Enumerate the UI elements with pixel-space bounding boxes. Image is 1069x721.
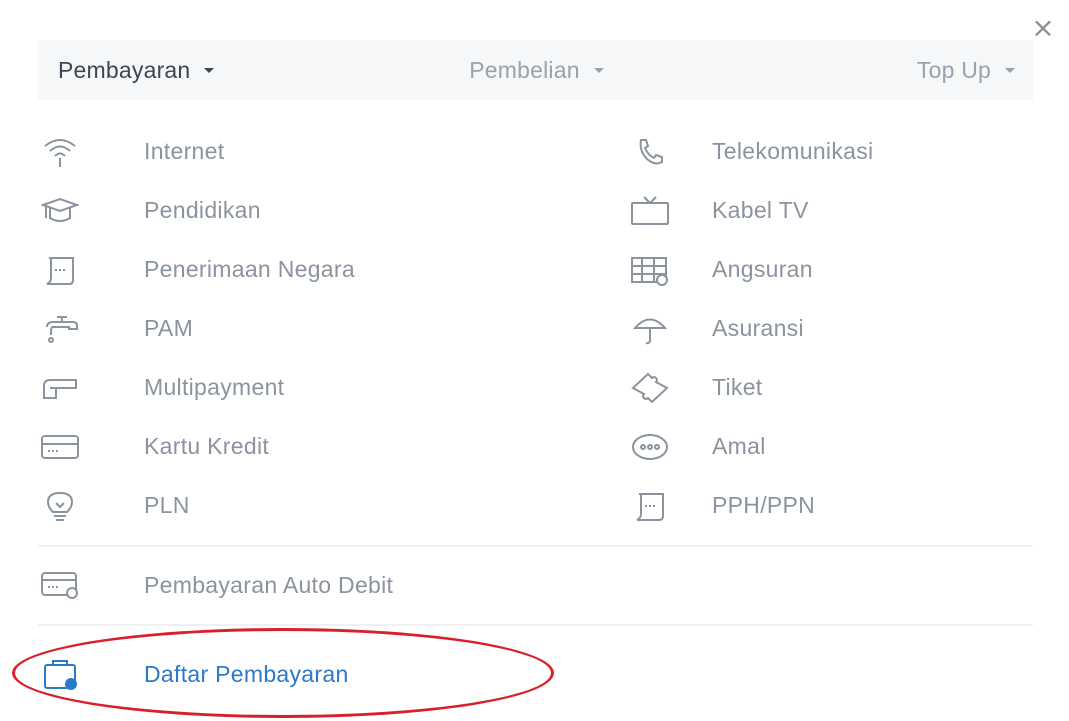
menu-item-label: Daftar Pembayaran [144, 660, 349, 687]
menu-item-label: Penerimaan Negara [144, 256, 355, 282]
menu-item-penerimaan-negara[interactable]: Penerimaan Negara [38, 240, 628, 299]
credit-card-icon [38, 430, 82, 464]
lightbulb-icon [38, 489, 82, 523]
tab-pembelian-label: Pembelian [469, 56, 580, 83]
tab-pembayaran[interactable]: Pembayaran [38, 57, 377, 84]
menu-item-label: Pendidikan [144, 197, 261, 223]
umbrella-icon [628, 312, 672, 346]
chevron-down-icon [204, 67, 215, 73]
menu-item-pph-ppn[interactable]: PPH/PPN [628, 476, 1033, 535]
document-icon [628, 489, 672, 523]
menu-item-multipayment[interactable]: Multipayment [38, 358, 628, 417]
menu-item-label: Kabel TV [712, 197, 809, 223]
graduation-cap-icon [38, 194, 82, 228]
wifi-icon [38, 135, 82, 169]
menu-item-pendidikan[interactable]: Pendidikan [38, 181, 628, 240]
menu-item-amal[interactable]: Amal [628, 417, 1033, 476]
menu-item-label: PAM [144, 315, 194, 341]
menu-item-auto-debit[interactable]: Pembayaran Auto Debit [38, 560, 1033, 610]
tv-icon [628, 194, 672, 228]
divider [38, 545, 1033, 547]
calendar-icon [628, 253, 672, 287]
chevron-down-icon [1005, 67, 1015, 73]
menu-item-daftar-pembayaran[interactable]: Daftar Pembayaran [38, 649, 1033, 699]
payment-menu-grid: Internet Telekomunikasi Pendidikan Kabel… [38, 122, 1033, 535]
menu-item-label: Internet [144, 138, 225, 164]
card-gear-icon [38, 568, 82, 602]
menu-item-telekomunikasi[interactable]: Telekomunikasi [628, 122, 1033, 181]
menu-item-internet[interactable]: Internet [38, 122, 628, 181]
menu-item-pln[interactable]: PLN [38, 476, 628, 535]
menu-item-label: Telekomunikasi [712, 138, 874, 164]
menu-item-label: Pembayaran Auto Debit [144, 571, 394, 598]
menu-item-tiket[interactable]: Tiket [628, 358, 1033, 417]
document-icon [38, 253, 82, 287]
menu-item-label: Amal [712, 433, 766, 459]
menu-item-label: Kartu Kredit [144, 433, 270, 459]
menu-item-label: Angsuran [712, 256, 813, 282]
faucet-icon [38, 312, 82, 346]
phone-icon [628, 135, 672, 169]
category-tabs: Pembayaran Pembelian Top Up [38, 40, 1033, 100]
tab-top-up[interactable]: Top Up [696, 57, 1033, 84]
tab-top-up-label: Top Up [916, 56, 991, 83]
divider [38, 624, 1033, 626]
menu-item-label: Multipayment [144, 374, 285, 400]
tab-pembayaran-label: Pembayaran [58, 56, 191, 83]
list-bag-icon [38, 657, 82, 691]
menu-item-pam[interactable]: PAM [38, 299, 628, 358]
menu-item-kartu-kredit[interactable]: Kartu Kredit [38, 417, 628, 476]
menu-item-label: Tiket [712, 374, 763, 400]
donation-icon [628, 430, 672, 464]
menu-item-asuransi[interactable]: Asuransi [628, 299, 1033, 358]
hand-payment-icon [38, 371, 82, 405]
menu-item-label: PLN [144, 492, 190, 518]
menu-item-label: PPH/PPN [712, 492, 816, 518]
menu-item-angsuran[interactable]: Angsuran [628, 240, 1033, 299]
close-icon[interactable]: × [1031, 14, 1055, 42]
tab-pembelian[interactable]: Pembelian [377, 57, 696, 84]
menu-item-kabel-tv[interactable]: Kabel TV [628, 181, 1033, 240]
ticket-icon [628, 371, 672, 405]
menu-item-label: Asuransi [712, 315, 804, 341]
chevron-down-icon [593, 67, 604, 73]
